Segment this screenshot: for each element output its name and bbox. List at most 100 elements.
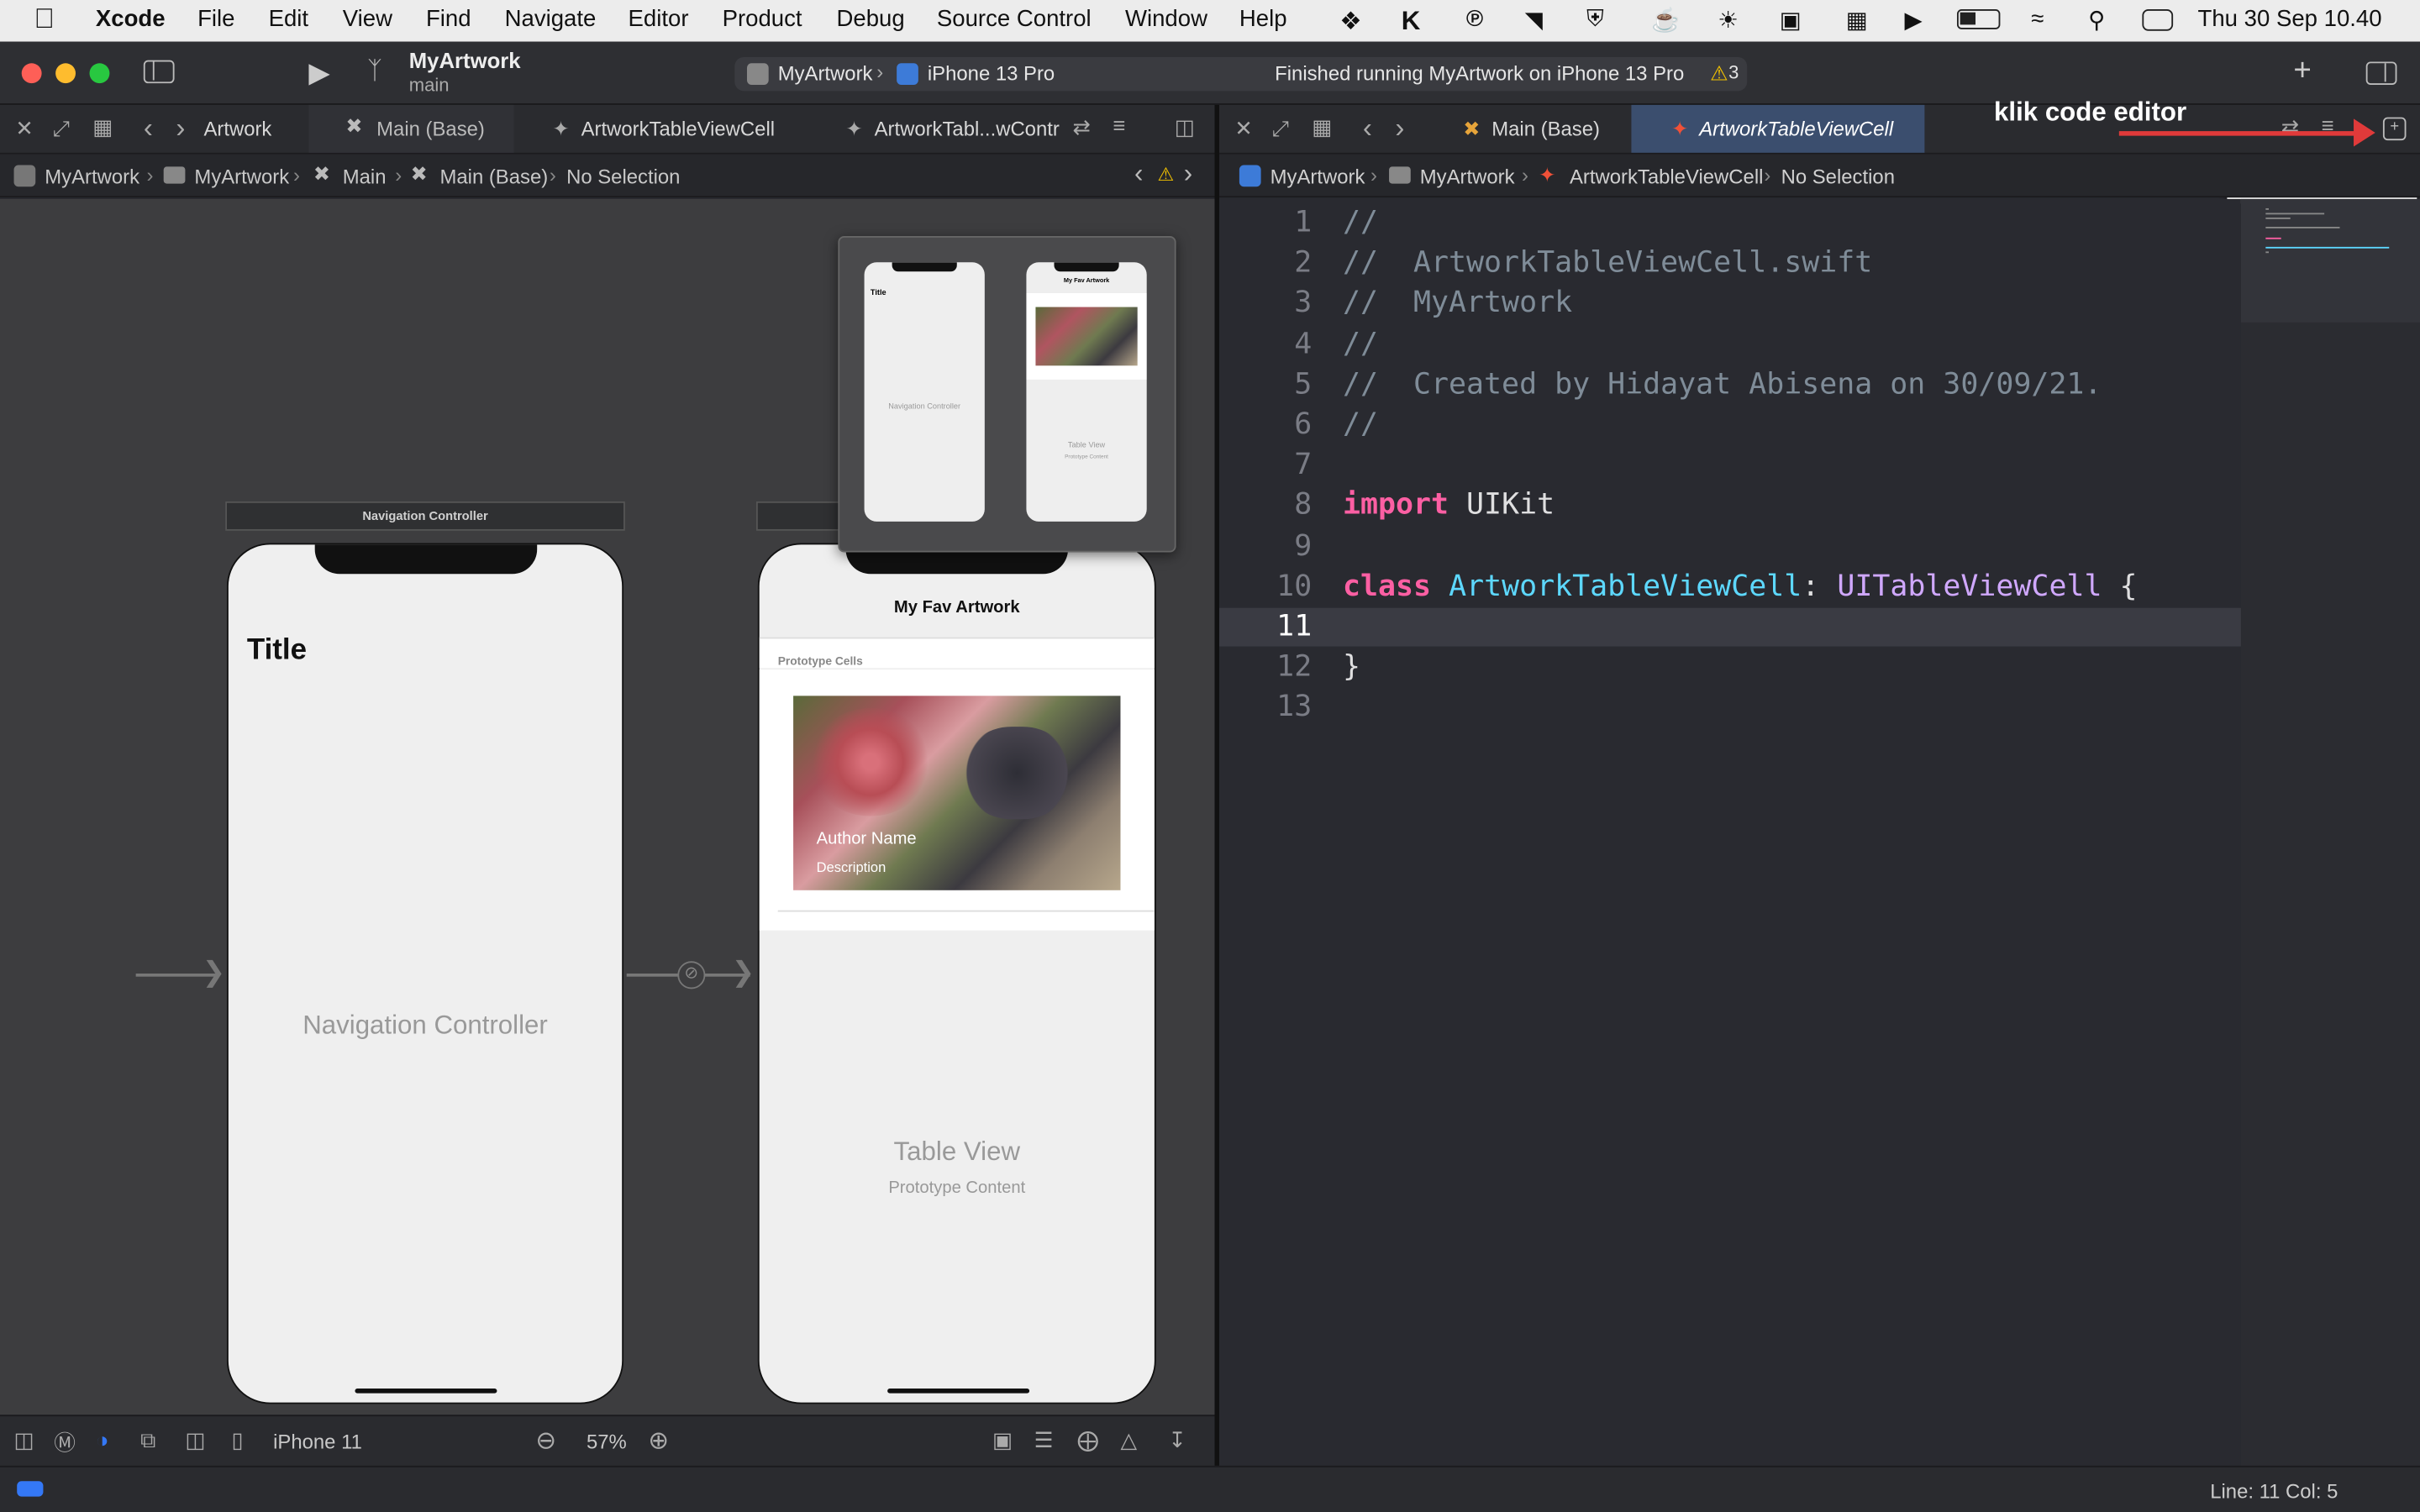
screen-share-icon[interactable]: ▣ xyxy=(1780,6,1802,34)
size-classes-icon[interactable]: ◫ xyxy=(185,1427,205,1453)
back-chevron-icon[interactable]: ‹ xyxy=(144,113,153,145)
tab-artwork[interactable]: Artwork xyxy=(203,105,271,153)
device-selector[interactable]: iPhone 13 Pro xyxy=(928,61,1055,85)
expand-editor-icon[interactable]: ⤢ xyxy=(52,116,70,142)
previous-issue-icon[interactable]: ‹ xyxy=(1134,159,1143,190)
jumpbar-item[interactable]: No Selection xyxy=(566,165,680,189)
related-items-grid-icon[interactable]: ▦ xyxy=(1312,114,1332,140)
forward-chevron-icon[interactable]: › xyxy=(1395,113,1404,145)
document-outline-icon[interactable]: ◫ xyxy=(14,1427,34,1453)
author-name-label[interactable]: Author Name xyxy=(817,830,917,848)
apple-menu-icon[interactable]:  xyxy=(34,3,55,36)
jumpbar-item[interactable]: Main xyxy=(343,165,387,189)
add-library-plus-icon[interactable]: + xyxy=(2293,54,2311,89)
tab-main-base[interactable]: ✖ Main (Base) xyxy=(1463,105,1600,153)
zoom-window-button[interactable] xyxy=(89,63,110,84)
menu-source-control[interactable]: Source Control xyxy=(937,6,1092,32)
p-app-icon[interactable]: ℗ xyxy=(1466,6,1483,32)
close-editor-icon[interactable]: ✕ xyxy=(15,116,34,142)
accessibility-icon[interactable]: Ⓜ xyxy=(54,1427,76,1458)
align-icon[interactable]: ☰ xyxy=(1034,1427,1054,1453)
menu-editor[interactable]: Editor xyxy=(629,6,689,32)
scene-dock-nav[interactable]: Navigation Controller xyxy=(225,501,625,531)
source-code-editor[interactable]: 1 // 2 // ArtworkTableViewCell.swift 3 // MyA… xyxy=(1219,198,2241,1466)
prototype-cell[interactable]: Author Name Description xyxy=(759,669,1155,931)
close-window-button[interactable] xyxy=(21,63,42,84)
split-editor-icon[interactable]: ◫ xyxy=(1175,114,1195,140)
tab-artwork-cell[interactable]: ✦ ArtworkTableViewCell xyxy=(553,105,776,153)
shield-icon[interactable]: ⛨ xyxy=(1586,6,1604,32)
battery-icon[interactable] xyxy=(1956,9,2001,29)
description-label[interactable]: Description xyxy=(817,859,886,874)
navigation-controller-scene[interactable]: Title Navigation Controller xyxy=(227,543,624,1404)
code-line[interactable]: class ArtworkTableViewCell: UITableViewC… xyxy=(1343,569,2138,602)
tab-main-base[interactable]: ✖ Main (Base) xyxy=(308,104,514,153)
menu-edit[interactable]: Edit xyxy=(269,6,308,32)
zoom-level[interactable]: 57% xyxy=(587,1431,627,1454)
appearance-icon[interactable]: ◑ xyxy=(96,1427,109,1452)
orientation-icon[interactable]: ⧉ xyxy=(140,1427,155,1453)
k-app-icon[interactable]: K xyxy=(1402,6,1421,37)
zoom-in-icon[interactable]: ⊕ xyxy=(648,1425,669,1457)
coffee-cup-icon[interactable]: ☕ xyxy=(1651,6,1680,34)
code-minimap[interactable] xyxy=(2240,198,2420,1466)
minimize-window-button[interactable] xyxy=(55,63,76,84)
wifi-icon[interactable]: ≈ xyxy=(2031,6,2044,32)
menu-find[interactable]: Find xyxy=(426,6,471,32)
menu-file[interactable]: File xyxy=(197,6,234,32)
menu-debug[interactable]: Debug xyxy=(837,6,905,32)
jumpbar-item[interactable]: MyArtwork xyxy=(1270,165,1365,189)
large-title[interactable]: Title xyxy=(247,634,307,668)
menu-clock[interactable]: Thu 30 Sep 10.40 xyxy=(2198,6,2382,32)
menu-app-name[interactable]: Xcode xyxy=(96,6,166,32)
zoom-out-icon[interactable]: ⊖ xyxy=(535,1425,556,1457)
device-config-label[interactable]: iPhone 11 xyxy=(273,1431,362,1454)
swap-editors-icon[interactable]: ⇄ xyxy=(1073,114,1092,140)
jumpbar-item[interactable]: MyArtwork xyxy=(1420,165,1515,189)
run-play-icon[interactable]: ▶ xyxy=(308,57,329,90)
jumpbar-item[interactable]: MyArtwork xyxy=(194,165,289,189)
code-line[interactable]: } xyxy=(1343,650,1360,684)
scheme-selector[interactable]: MyArtwork xyxy=(778,61,873,85)
canvas-overview-popup[interactable]: Title Navigation Controller My Fav Artwo… xyxy=(838,236,1176,553)
code-line[interactable]: // MyArtwork xyxy=(1343,286,1572,320)
play-circle-icon[interactable]: ▶ xyxy=(1905,6,1923,34)
next-issue-icon[interactable]: › xyxy=(1184,159,1192,190)
code-line[interactable]: // Created by Hidayat Abisena on 30/09/2… xyxy=(1343,367,2102,401)
code-line[interactable]: // xyxy=(1343,327,1378,360)
related-items-grid-icon[interactable]: ▦ xyxy=(92,114,113,140)
code-line[interactable]: // xyxy=(1343,205,1378,239)
dropbox-icon[interactable]: ❖ xyxy=(1339,6,1361,37)
storyboard-canvas[interactable]: Navigation Controller Title Navigation C… xyxy=(0,198,1215,1415)
debug-area-toggle-icon[interactable] xyxy=(17,1481,44,1497)
warning-icon[interactable]: ⚠ xyxy=(1158,164,1175,186)
grid-app-icon[interactable]: ▦ xyxy=(1846,6,1868,34)
shape-app-icon[interactable]: ◥ xyxy=(1525,6,1543,34)
menu-view[interactable]: View xyxy=(343,6,392,32)
scene-dock-table[interactable] xyxy=(756,501,850,531)
code-line[interactable]: // ArtworkTableViewCell.swift xyxy=(1343,245,1872,279)
device-phone-icon[interactable]: ▯ xyxy=(232,1427,244,1453)
forward-chevron-icon[interactable]: › xyxy=(176,113,185,145)
warning-count[interactable]: 3 xyxy=(1728,61,1739,83)
jumpbar-item[interactable]: No Selection xyxy=(1781,165,1895,189)
add-editor-right-icon[interactable]: + xyxy=(2382,117,2407,141)
menu-window[interactable]: Window xyxy=(1125,6,1207,32)
artwork-image[interactable]: Author Name Description xyxy=(793,696,1121,890)
resolve-autolayout-icon[interactable]: △ xyxy=(1120,1427,1137,1453)
back-chevron-icon[interactable]: ‹ xyxy=(1363,113,1372,145)
spotlight-search-icon[interactable]: ⚲ xyxy=(2088,6,2105,34)
navigation-title[interactable]: My Fav Artwork xyxy=(760,599,1155,617)
embed-in-icon[interactable]: ↧ xyxy=(1168,1427,1186,1453)
code-line[interactable]: import UIKit xyxy=(1343,488,1555,522)
warning-icon[interactable]: ⚠ xyxy=(1710,61,1728,86)
inspector-toggle-icon[interactable] xyxy=(2365,61,2397,86)
code-line[interactable]: // xyxy=(1343,407,1378,441)
menu-product[interactable]: Product xyxy=(723,6,802,32)
swap-editors-icon[interactable]: ⇄ xyxy=(2281,114,2300,140)
menu-help[interactable]: Help xyxy=(1239,6,1287,32)
tab-artwork-cell-active[interactable]: ✦ ArtworkTableViewCell xyxy=(1631,104,1925,153)
expand-editor-icon[interactable]: ⤢ xyxy=(1271,116,1289,142)
adjust-editor-options-icon[interactable]: ≡ xyxy=(1113,113,1125,137)
tab-artwork-controller[interactable]: ✦ ArtworkTabl...wContr xyxy=(846,105,1060,153)
